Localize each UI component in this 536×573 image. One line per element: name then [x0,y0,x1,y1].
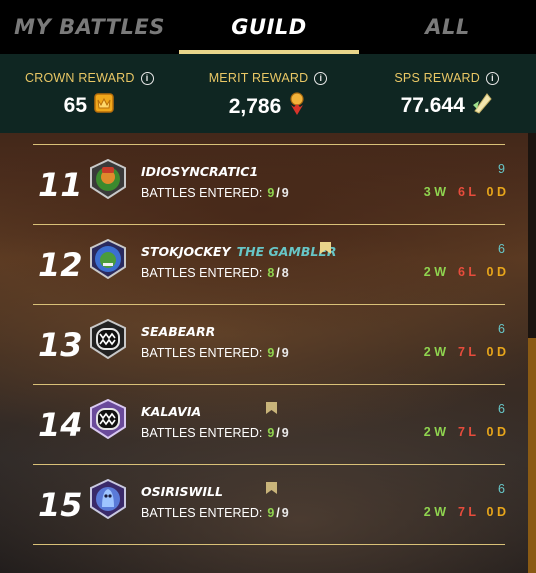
wins: 3 W [423,185,446,199]
sps-reward-value: 77.644 [400,94,465,117]
leaderboard-row: 13 SEABEARR BATTLES ENTERED: 9/9 6 2 W 7 … [0,305,536,385]
player-name[interactable]: OSIRISWILL [141,484,223,499]
info-icon[interactable]: i [140,71,154,85]
row-rank: 14 [38,406,83,444]
draws: 0 D [486,505,506,519]
scrollbar[interactable] [528,133,536,573]
bookmark-flag-icon[interactable] [320,241,331,254]
crown-reward-value: 65 [63,94,88,117]
tab-guild[interactable]: GUILD [179,0,359,54]
draws: 0 D [486,185,506,199]
info-icon[interactable]: i [314,71,328,85]
monster-mouth-avatar-icon[interactable] [88,318,128,360]
crown-reward: CROWN REWARD i 65 [0,54,179,133]
bookmark-flag-icon[interactable] [266,401,277,414]
losses: 6 L [457,185,476,199]
win-loss-draw: 2 W 6 L 0 D [416,265,506,279]
player-score: 9 [498,162,505,176]
battles-entered: BATTLES ENTERED: 9/9 [141,346,289,360]
losses: 7 L [457,345,476,359]
losses: 6 L [457,265,476,279]
leaderboard-row: 14 KALAVIA BATTLES ENTERED: 9/9 6 2 W 7 L… [0,385,536,465]
win-loss-draw: 2 W 7 L 0 D [416,345,506,359]
spirit-avatar-icon[interactable] [88,478,128,520]
merit-medal-icon [287,91,307,123]
player-name[interactable]: KALAVIA [141,404,201,419]
player-name[interactable]: IDIOSYNCRATIC1 [141,164,258,179]
sps-reward-label: SPS REWARD [394,71,480,85]
battles-entered: BATTLES ENTERED: 9/9 [141,506,289,520]
player-score: 6 [498,482,505,496]
row-rank: 15 [38,486,83,524]
warrior-avatar-icon[interactable] [88,158,128,200]
scrollbar-thumb[interactable] [528,338,536,573]
battles-entered: BATTLES ENTERED: 9/9 [141,186,289,200]
draws: 0 D [486,345,506,359]
player-name[interactable]: STOKJOCKEY THE GAMBLER [141,244,337,259]
monster-mouth-avatar-icon[interactable] [88,398,128,440]
win-loss-draw: 3 W 6 L 0 D [416,185,506,199]
battles-entered: BATTLES ENTERED: 9/9 [141,426,289,440]
player-score: 6 [498,242,505,256]
tab-all[interactable]: ALL [359,0,536,54]
battle-tabs: MY BATTLES GUILD ALL [0,0,536,54]
row-rank: 12 [38,246,83,284]
draws: 0 D [486,425,506,439]
goblin-avatar-icon[interactable] [88,238,128,280]
wins: 2 W [423,265,446,279]
sps-reward: SPS REWARD i 77.644 [357,54,536,133]
player-name[interactable]: SEABEARR [141,324,215,339]
player-score: 6 [498,402,505,416]
losses: 7 L [457,505,476,519]
leaderboard-row: 15 OSIRISWILL BATTLES ENTERED: 9/9 6 2 W … [0,465,536,545]
sps-crystal-icon [471,91,493,121]
win-loss-draw: 2 W 7 L 0 D [416,505,506,519]
crown-token-icon [93,91,115,121]
info-icon[interactable]: i [485,71,499,85]
merit-reward: MERIT REWARD i 2,786 [179,54,358,133]
wins: 2 W [423,345,446,359]
row-rank: 11 [38,166,83,204]
wins: 2 W [423,425,446,439]
battles-entered: BATTLES ENTERED: 8/8 [141,266,289,280]
leaderboard-row: 11 IDIOSYNCRATIC1 BATTLES ENTERED: 9/9 9 … [0,145,536,225]
player-score: 6 [498,322,505,336]
wins: 2 W [423,505,446,519]
bookmark-flag-icon[interactable] [266,481,277,494]
draws: 0 D [486,265,506,279]
leaderboard-row: 12 STOKJOCKEY THE GAMBLER BATTLES ENTERED… [0,225,536,305]
losses: 7 L [457,425,476,439]
row-rank: 13 [38,326,83,364]
tab-my-battles[interactable]: MY BATTLES [0,0,179,54]
rewards-panel: CROWN REWARD i 65 MERIT REWARD i 2,786 S… [0,54,536,133]
merit-reward-value: 2,786 [228,95,282,118]
merit-reward-label: MERIT REWARD [208,71,309,85]
win-loss-draw: 2 W 7 L 0 D [416,425,506,439]
row-divider [33,544,505,545]
crown-reward-label: CROWN REWARD [25,71,135,85]
